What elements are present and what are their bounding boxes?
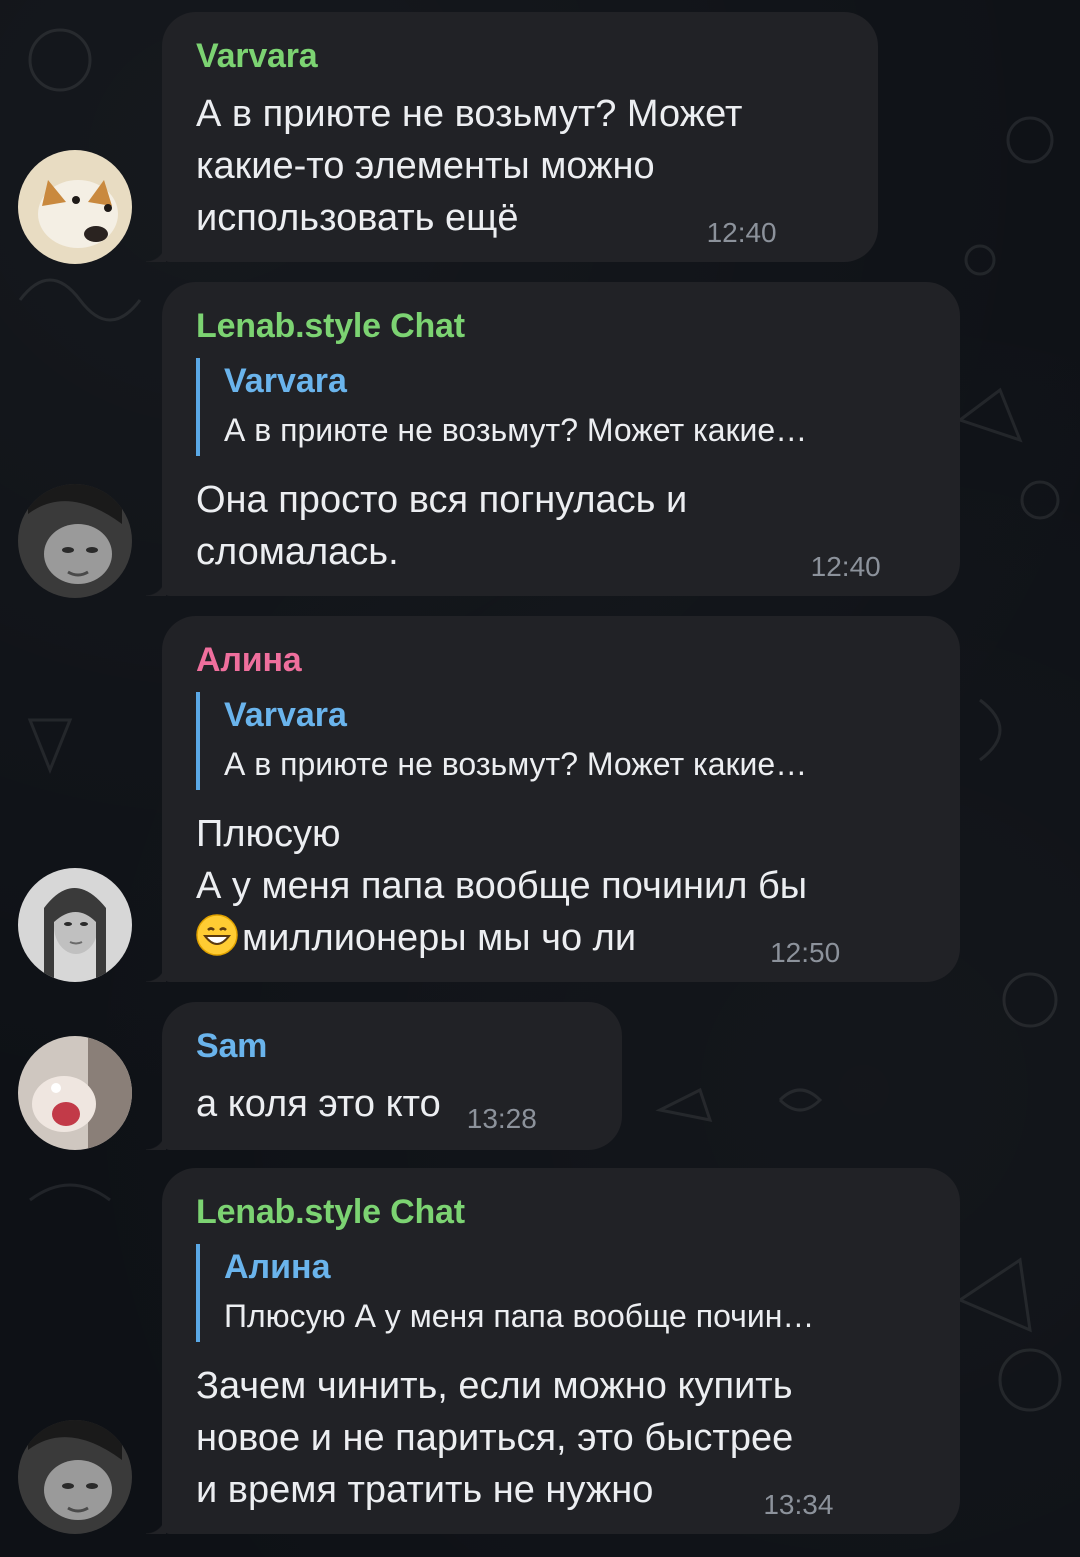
message-line: Плюсую [196, 813, 341, 855]
avatar-sam[interactable] [18, 1036, 132, 1150]
avatar-lenab-style-chat[interactable] [18, 484, 132, 598]
message-line: Она просто вся погнулась и [196, 479, 688, 521]
message-bubble[interactable]: Алина Varvara А в приюте не возьмут? Мож… [146, 616, 960, 982]
sender-name[interactable]: Lenab.style Chat [196, 1192, 928, 1232]
message-line: миллионеры мы чо ли [242, 917, 637, 959]
message-line: а коля это кто [196, 1083, 441, 1125]
reply-sender-name: Varvara [224, 696, 347, 734]
sender-name[interactable]: Sam [196, 1026, 590, 1066]
reply-sender-name: Varvara [224, 362, 347, 400]
reply-sender-name: Алина [224, 1248, 331, 1286]
message-line: новое и не париться, это быстрее [196, 1417, 794, 1459]
message-bubble[interactable]: Lenab.style Chat Алина Плюсую А у меня п… [146, 1168, 960, 1534]
reply-quote[interactable]: Varvara А в приюте не возьмут? Может как… [196, 692, 928, 790]
message-text: Она просто вся погнулась и сломалась. 12:… [196, 474, 928, 593]
message-time: 13:28 [466, 1103, 537, 1134]
reply-quote[interactable]: Алина Плюсую А у меня папа вообще почин… [196, 1244, 928, 1342]
message-text: А в приюте не возьмут? Может какие-то эл… [196, 88, 846, 259]
message-line: сломалась. [196, 531, 399, 573]
message-text: Зачем чинить, если можно купить новое и … [196, 1360, 928, 1531]
message-bubble[interactable]: Sam а коля это кто 13:28 [146, 1002, 622, 1150]
message-time: 13:34 [763, 1489, 834, 1520]
avatar-alina[interactable] [18, 868, 132, 982]
message-line: и время тратить не нужно [196, 1469, 654, 1511]
grinning-face-emoji [196, 914, 238, 956]
message-bubble[interactable]: Lenab.style Chat Varvara А в приюте не в… [146, 282, 960, 596]
message-time: 12:40 [810, 551, 881, 582]
message-line: какие-то элементы можно [196, 145, 655, 187]
sender-name[interactable]: Lenab.style Chat [196, 306, 928, 346]
message-line: А у меня папа вообще починил бы [196, 865, 808, 907]
message-text: а коля это кто 13:28 [196, 1078, 590, 1145]
sender-name[interactable]: Varvara [196, 36, 846, 76]
message-text: Плюсую А у меня папа вообще починил бы м… [196, 808, 928, 979]
message-bubble[interactable]: Varvara А в приюте не возьмут? Может как… [146, 12, 878, 262]
reply-text: А в приюте не возьмут? Может какие… [224, 746, 808, 782]
message-line: Зачем чинить, если можно купить [196, 1365, 793, 1407]
reply-quote[interactable]: Varvara А в приюте не возьмут? Может как… [196, 358, 928, 456]
avatar-varvara[interactable] [18, 150, 132, 264]
reply-text: А в приюте не возьмут? Может какие… [224, 412, 808, 448]
message-line: использовать ещё [196, 197, 519, 239]
reply-text: Плюсую А у меня папа вообще почин… [224, 1298, 815, 1334]
message-line: А в приюте не возьмут? Может [196, 93, 743, 135]
sender-name[interactable]: Алина [196, 640, 928, 680]
message-time: 12:50 [770, 937, 841, 968]
avatar-lenab-style-chat[interactable] [18, 1420, 132, 1534]
message-time: 12:40 [706, 217, 777, 248]
